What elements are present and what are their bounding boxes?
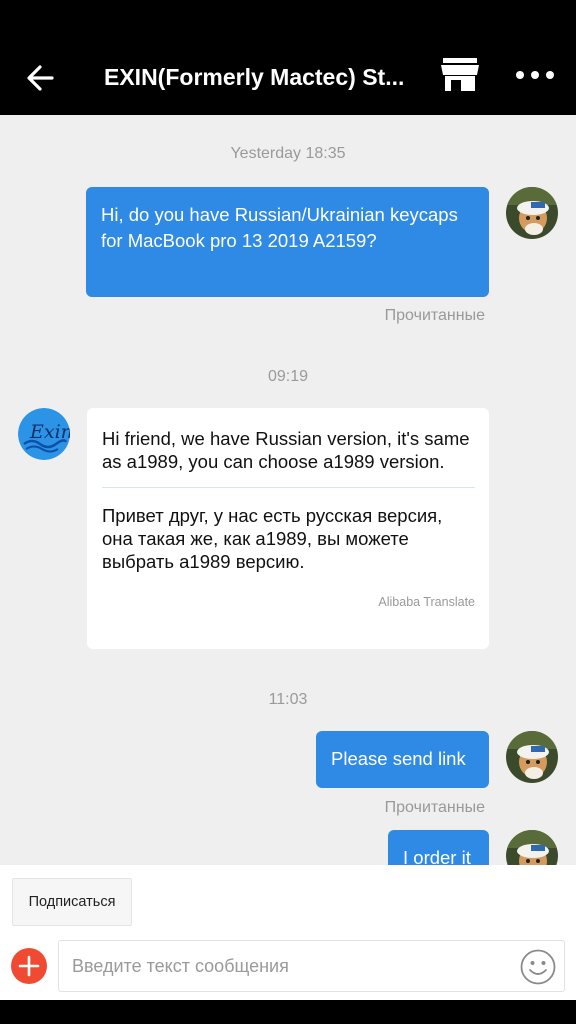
timestamp: 11:03 — [268, 691, 308, 708]
composer-panel: Подписаться — [0, 865, 576, 1000]
message-input[interactable] — [72, 941, 512, 991]
user-avatar[interactable] — [506, 187, 558, 239]
user-avatar[interactable] — [506, 830, 558, 865]
navigation-bar — [0, 1000, 576, 1024]
back-button[interactable] — [22, 58, 62, 98]
emoji-button[interactable] — [519, 948, 557, 986]
message-input-box — [58, 940, 565, 992]
more-icon — [516, 71, 554, 79]
store-icon — [441, 58, 479, 91]
incoming-message[interactable]: Hi friend, we have Russian version, it's… — [87, 408, 489, 649]
header: EXIN(Formerly Mactec) St... — [0, 40, 576, 115]
user-avatar[interactable] — [506, 731, 558, 783]
more-options-button[interactable] — [514, 62, 556, 88]
emoji-icon — [520, 949, 556, 985]
translated-text: Привет друг, у нас есть русская версия, … — [102, 505, 443, 572]
seller-avatar[interactable]: Exin — [18, 408, 70, 460]
outgoing-message[interactable]: I order it — [388, 830, 489, 865]
timestamp: 09:19 — [267, 368, 309, 385]
read-status: Прочитанные — [384, 307, 485, 324]
store-button[interactable] — [440, 56, 480, 94]
message-text: Hi, do you have Russian/Ukrainian keycap… — [101, 204, 458, 251]
message-text: I order it — [403, 847, 471, 865]
back-arrow-icon — [27, 65, 54, 91]
user-photo — [506, 731, 558, 783]
status-bar — [0, 0, 576, 40]
read-status: Прочитанные — [384, 799, 485, 816]
seller-logo-text: Exin — [29, 421, 70, 443]
user-photo — [506, 187, 558, 239]
chat-area[interactable]: Yesterday 18:35 Hi, do you have Russian/… — [0, 115, 576, 865]
outgoing-message[interactable]: Please send link — [316, 731, 489, 788]
chat-title: EXIN(Formerly Mactec) St... — [104, 64, 405, 90]
timestamp: Yesterday 18:35 — [230, 145, 346, 162]
user-photo — [506, 830, 558, 865]
add-attachment-button[interactable] — [11, 948, 47, 984]
subscribe-button[interactable]: Подписаться — [12, 878, 132, 926]
message-text: Hi friend, we have Russian version, it's… — [102, 428, 470, 472]
outgoing-message[interactable]: Hi, do you have Russian/Ukrainian keycap… — [86, 187, 489, 297]
message-text: Please send link — [331, 748, 466, 769]
translation-source: Alibaba Translate — [378, 595, 475, 609]
translation-divider — [102, 487, 475, 488]
seller-logo: Exin — [18, 408, 70, 460]
plus-icon — [18, 955, 40, 977]
